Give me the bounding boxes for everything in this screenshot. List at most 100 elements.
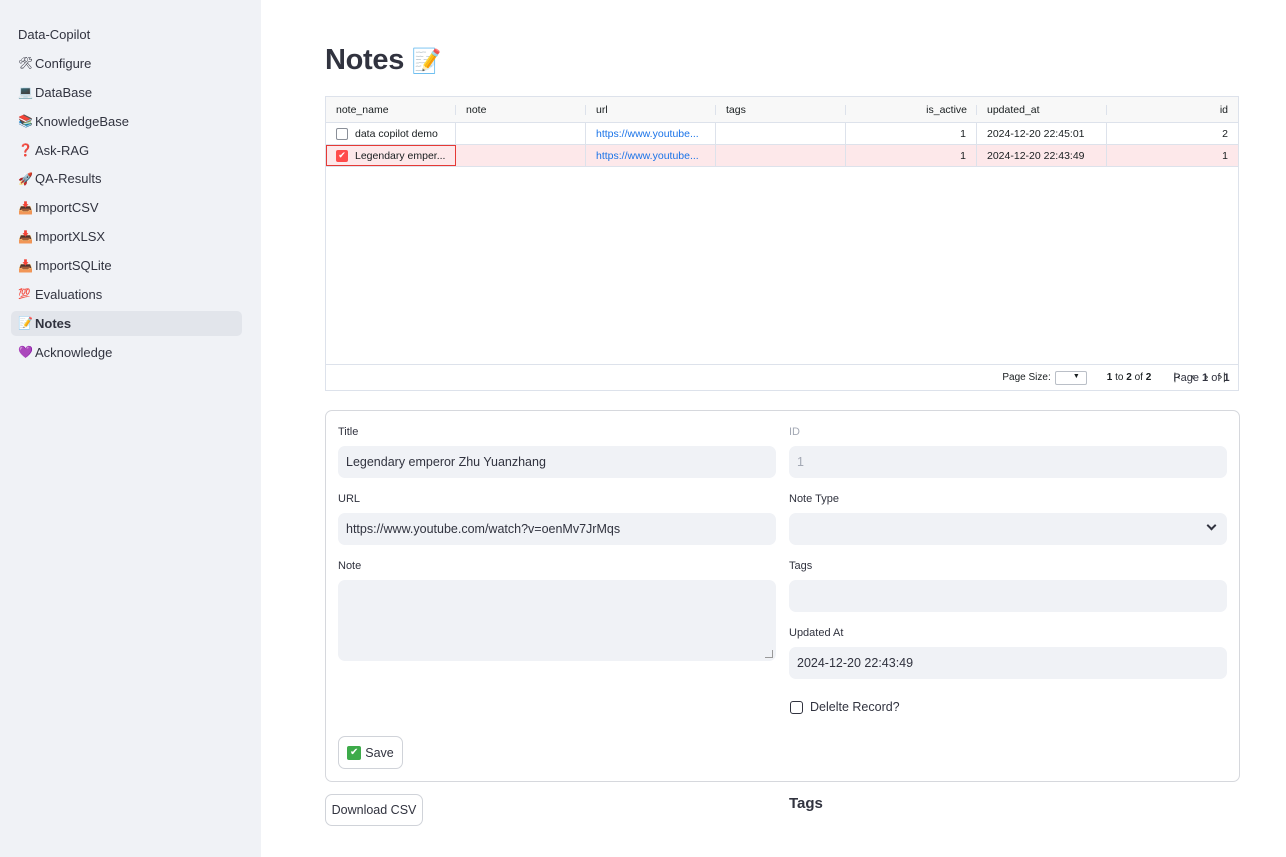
sidebar-item-label: DataBase [35,84,93,100]
hundred-points-icon: 💯 [18,289,31,301]
row-select-checkbox[interactable]: ✔ [336,149,348,162]
sidebar-item-label: Ask-RAG [35,142,90,158]
table-row[interactable]: ✔ Legendary emper... https://www.youtube… [326,145,1238,167]
page-size-select[interactable] [1054,370,1087,385]
sidebar-item-evaluations[interactable]: 💯 Evaluations [11,282,242,307]
note-type-label: Note Type [789,493,839,505]
id-label: ID [789,426,800,438]
sidebar-item-acknowledge[interactable]: 💜 Acknowledge [11,340,242,365]
hammer-wrench-icon: 🛠 [18,56,34,71]
column-header-note-name[interactable]: note_name [326,97,456,122]
note-textarea[interactable] [338,580,776,661]
sidebar: Data-Copilot 🛠 Configure 💻 DataBase 📚 Kn… [0,0,261,857]
sidebar-item-label: Notes [35,315,72,331]
range-to: 2 [1126,372,1132,383]
cell-is-active[interactable]: 1 [846,123,977,144]
tags-input[interactable] [789,580,1227,612]
note-label: Note [338,560,362,572]
cell-note[interactable] [456,145,586,166]
column-header-tags[interactable]: tags [716,97,846,122]
column-header-note[interactable]: note [456,97,586,122]
inbox-tray-icon: 📥 [18,200,33,215]
sidebar-item-label: Acknowledge [35,344,113,360]
delete-record-checkbox[interactable] [790,701,803,714]
cell-tags[interactable] [716,123,846,144]
page-current: 1 [1202,371,1209,384]
sidebar-item-label: Configure [35,55,92,71]
books-icon: 📚 [18,114,33,129]
rocket-icon: 🚀 [18,171,33,186]
purple-heart-icon: 💜 [18,345,33,360]
grid-header: note_name note url tags is_active update… [326,97,1238,123]
row-range: 1 to 2 of 2 [1107,372,1152,383]
sidebar-item-importsqlite[interactable]: 📥 ImportSQLite [11,253,242,278]
sidebar-item-label: ImportCSV [35,200,99,216]
cell-updated-at[interactable]: 2024-12-20 22:43:49 [977,145,1107,166]
cell-url[interactable]: https://www.youtube... [586,123,716,144]
page-total: 1 [1223,371,1230,384]
id-input: 1 [789,446,1227,478]
sidebar-item-database[interactable]: 💻 DataBase [11,80,242,105]
sidebar-item-configure[interactable]: 🛠 Configure [11,51,242,76]
range-of-label: of [1134,372,1143,383]
sidebar-item-qa-results[interactable]: 🚀 QA-Results [11,166,242,191]
save-button[interactable]: ✔ Save [338,736,403,769]
grid-pagination: Page Size: 1 to 2 of 2 |‹ ‹ Page 1 of 1 … [326,364,1238,390]
sidebar-item-data-copilot[interactable]: Data-Copilot [11,22,242,47]
note-edit-form: Title Legendary emperor Zhu Yuanzhang ID… [325,410,1240,782]
sidebar-item-importcsv[interactable]: 📥 ImportCSV [11,195,242,220]
question-mark-icon: ❓ [18,143,33,158]
delete-record-label: Delelte Record? [810,700,900,714]
url-label: URL [338,493,361,505]
sidebar-item-label: Evaluations [35,287,103,303]
cell-updated-at[interactable]: 2024-12-20 22:45:01 [977,123,1107,144]
sidebar-app-title: Data-Copilot [18,27,91,42]
notes-grid: note_name note url tags is_active update… [325,96,1239,391]
cell-url[interactable]: https://www.youtube... [586,145,716,166]
row-select-checkbox[interactable] [336,127,348,140]
column-header-url[interactable]: url [586,97,716,122]
title-label: Title [338,426,359,438]
sidebar-item-importxlsx[interactable]: 📥 ImportXLSX [11,224,242,249]
page-indicator: Page 1 of 1 [1173,372,1229,384]
cell-note-name-text: data copilot demo [355,127,438,140]
updated-at-input[interactable]: 2024-12-20 22:43:49 [789,647,1227,679]
cell-note[interactable] [456,123,586,144]
url-input[interactable]: https://www.youtube.com/watch?v=oenMv7Jr… [338,513,776,545]
memo-icon: 📝 [411,47,442,75]
range-to-label: to [1115,372,1124,383]
note-type-select[interactable] [789,513,1227,545]
cell-is-active[interactable]: 1 [846,145,977,166]
cell-tags[interactable] [716,145,846,166]
download-csv-label: Download CSV [331,803,417,817]
cell-id[interactable]: 1 [1107,145,1238,166]
updated-at-label: Updated At [789,627,844,639]
check-mark-icon: ✔ [347,745,362,760]
page-title-text: Notes [325,44,405,76]
page-size-label: Page Size: [1002,372,1051,383]
tags-heading: Tags [789,795,823,812]
inbox-tray-icon: 📥 [18,229,33,244]
sidebar-item-ask-rag[interactable]: ❓ Ask-RAG [11,138,242,163]
download-csv-button[interactable]: Download CSV [325,794,423,826]
sidebar-item-label: QA-Results [35,171,102,187]
save-button-label: Save [365,745,394,760]
cell-id[interactable]: 2 [1107,123,1238,144]
cell-note-name[interactable]: data copilot demo [326,123,456,144]
sidebar-item-notes[interactable]: 📝 Notes [11,310,242,336]
title-input[interactable]: Legendary emperor Zhu Yuanzhang [338,446,776,478]
column-header-is-active[interactable]: is_active [846,97,977,122]
sidebar-item-label: ImportXLSX [35,229,106,245]
sidebar-item-label: ImportSQLite [35,258,112,274]
chevron-down-icon [1206,520,1217,531]
memo-icon: 📝 [18,316,33,331]
tags-label: Tags [789,560,813,572]
cell-note-name[interactable]: ✔ Legendary emper... [326,145,456,166]
table-row[interactable]: data copilot demo https://www.youtube...… [326,123,1238,145]
sidebar-item-knowledgebase[interactable]: 📚 KnowledgeBase [11,109,242,134]
page-label: Page [1173,371,1199,384]
column-header-updated-at[interactable]: updated_at [977,97,1107,122]
column-header-id[interactable]: id [1107,97,1238,122]
cell-note-name-text: Legendary emper... [355,149,446,162]
sidebar-nav: Data-Copilot 🛠 Configure 💻 DataBase 📚 Kn… [11,22,242,369]
